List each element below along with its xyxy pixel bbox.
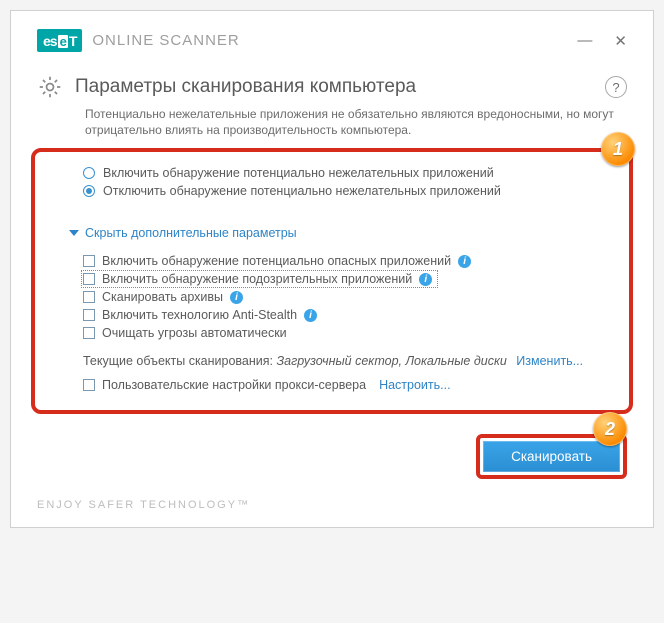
configure-proxy-link[interactable]: Настроить... xyxy=(379,378,451,392)
badge-2: 2 xyxy=(593,412,627,446)
targets-label: Текущие объекты сканирования: xyxy=(83,354,273,368)
badge-1: 1 xyxy=(601,132,635,166)
change-targets-link[interactable]: Изменить... xyxy=(516,354,583,368)
checkbox-proxy[interactable] xyxy=(83,379,95,391)
titlebar: eseT ONLINE SCANNER — ✕ xyxy=(37,29,627,52)
info-icon[interactable]: i xyxy=(419,273,432,286)
radio-label: Включить обнаружение потенциально нежела… xyxy=(103,166,494,180)
check-row: Сканировать архивы i xyxy=(83,290,243,304)
eset-logo: eseT xyxy=(37,29,82,52)
intro-text: Потенциально нежелательные приложения не… xyxy=(85,106,627,138)
radio-enable-pua[interactable]: Включить обнаружение потенциально нежела… xyxy=(83,166,619,180)
app-title: ONLINE SCANNER xyxy=(92,32,239,49)
scan-targets-row: Текущие объекты сканирования: Загрузочны… xyxy=(83,354,619,368)
check-row: Включить обнаружение подозрительных прил… xyxy=(83,272,436,286)
close-button[interactable]: ✕ xyxy=(614,32,627,50)
check-row: Очищать угрозы автоматически xyxy=(83,326,287,340)
scan-button[interactable]: Сканировать xyxy=(483,441,620,472)
minimize-button[interactable]: — xyxy=(577,32,592,50)
radio-disable-pua[interactable]: Отключить обнаружение потенциально нежел… xyxy=(83,184,619,198)
advanced-checks: Включить обнаружение потенциально опасны… xyxy=(83,254,619,340)
button-area: 2 Сканировать xyxy=(37,434,627,479)
radio-icon xyxy=(83,185,95,197)
check-label: Включить обнаружение потенциально опасны… xyxy=(102,254,451,268)
proxy-label: Пользовательские настройки прокси-сервер… xyxy=(102,378,366,392)
check-row: Включить обнаружение потенциально опасны… xyxy=(83,254,471,268)
options-highlight: 1 Включить обнаружение потенциально неже… xyxy=(31,148,633,414)
check-label: Включить технологию Anti-Stealth xyxy=(102,308,297,322)
checkbox[interactable] xyxy=(83,327,95,339)
app-window: eseT ONLINE SCANNER — ✕ Параметры сканир… xyxy=(10,10,654,528)
info-icon[interactable]: i xyxy=(304,309,317,322)
brand: eseT ONLINE SCANNER xyxy=(37,29,240,52)
info-icon[interactable]: i xyxy=(230,291,243,304)
gear-icon xyxy=(37,74,63,100)
targets-value: Загрузочный сектор, Локальные диски xyxy=(277,354,507,368)
info-icon[interactable]: i xyxy=(458,255,471,268)
proxy-row: Пользовательские настройки прокси-сервер… xyxy=(83,378,619,392)
radio-label: Отключить обнаружение потенциально нежел… xyxy=(103,184,501,198)
radio-icon xyxy=(83,167,95,179)
checkbox[interactable] xyxy=(83,309,95,321)
checkbox[interactable] xyxy=(83,291,95,303)
check-label: Сканировать архивы xyxy=(102,290,223,304)
pua-radio-group: Включить обнаружение потенциально нежела… xyxy=(83,166,619,198)
checkbox[interactable] xyxy=(83,255,95,267)
check-row: Включить технологию Anti-Stealth i xyxy=(83,308,317,322)
page-header: Параметры сканирования компьютера ? xyxy=(37,74,627,100)
check-label: Очищать угрозы автоматически xyxy=(102,326,287,340)
window-controls: — ✕ xyxy=(577,32,627,50)
page-title: Параметры сканирования компьютера xyxy=(75,76,416,98)
check-label: Включить обнаружение подозрительных прил… xyxy=(102,272,412,286)
footer-tagline: ENJOY SAFER TECHNOLOGY™ xyxy=(37,499,627,511)
toggle-advanced[interactable]: Скрыть дополнительные параметры xyxy=(69,226,297,240)
checkbox[interactable] xyxy=(83,273,95,285)
scan-highlight: 2 Сканировать xyxy=(476,434,627,479)
help-icon[interactable]: ? xyxy=(605,76,627,98)
